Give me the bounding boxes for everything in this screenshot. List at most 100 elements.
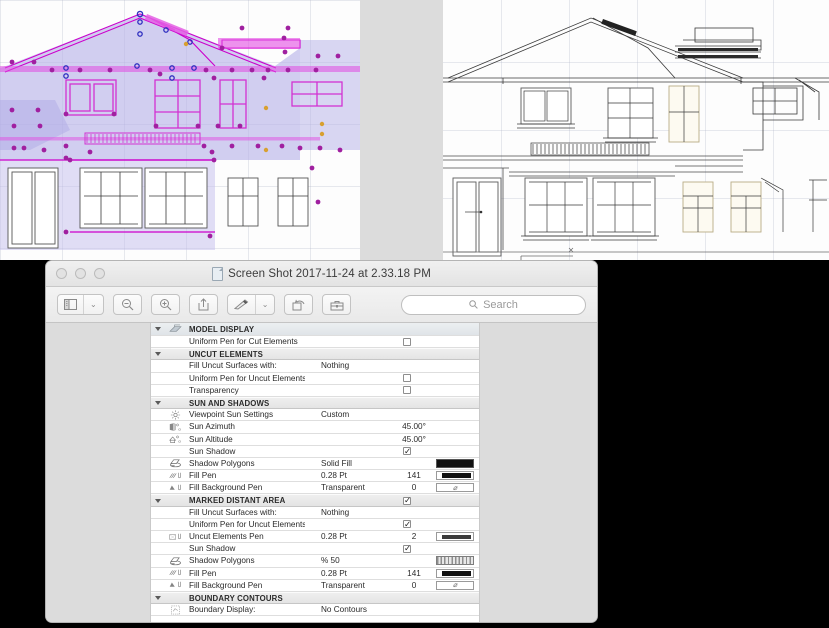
row-swatch[interactable]: ⌀ — [431, 580, 479, 590]
inspector-title-row[interactable]: MODEL DISPLAY — [151, 323, 479, 336]
preview-window[interactable]: Screen Shot 2017-11-24 at 2.33.18 PM ⌄ ⌄… — [46, 261, 597, 622]
row-value[interactable]: Solid Fill — [319, 459, 397, 468]
pen-swatch[interactable] — [436, 471, 474, 481]
checkbox-glyph[interactable] — [403, 337, 411, 346]
settings-row[interactable]: Boundary Display: No Contours — [151, 604, 479, 617]
toolbox-button[interactable] — [322, 294, 352, 315]
settings-row[interactable]: Shadow Polygons % 50 — [151, 555, 479, 568]
settings-row[interactable]: α Sun Azimuth 45.00° — [151, 421, 479, 434]
settings-row[interactable]: Uniform Pen for Uncut Elements — [151, 519, 479, 531]
markup-button[interactable]: ⌄ — [226, 294, 276, 315]
row-checkbox[interactable] — [383, 386, 431, 395]
row-number[interactable]: 0 — [397, 581, 431, 590]
settings-row[interactable]: Transparency — [151, 385, 479, 397]
row-number[interactable]: 141 — [397, 569, 431, 578]
row-value[interactable]: % 50 — [319, 556, 397, 565]
settings-row[interactable]: Uniform Pen for Uncut Elements — [151, 373, 479, 385]
settings-row-list[interactable]: MODEL DISPLAY Uniform Pen for Cut Element… — [151, 323, 479, 617]
settings-section-header[interactable]: BOUNDARY CONTOURS — [151, 591, 479, 605]
row-swatch[interactable] — [431, 471, 479, 481]
markup-pen-icon[interactable] — [228, 295, 255, 314]
settings-row[interactable]: Sun Shadow — [151, 446, 479, 458]
settings-row[interactable]: Sun Shadow — [151, 543, 479, 556]
disclosure-triangle-icon[interactable] — [151, 352, 164, 357]
transparent-swatch[interactable]: ⌀ — [436, 483, 474, 493]
model-display-inspector[interactable]: MODEL DISPLAY Uniform Pen for Cut Element… — [150, 323, 480, 622]
row-number[interactable]: 2 — [397, 532, 431, 541]
row-number[interactable]: 45.00° — [397, 422, 431, 431]
markup-chevron-down-icon[interactable]: ⌄ — [254, 295, 275, 314]
settings-row[interactable]: Shadow Polygons Solid Fill — [151, 458, 479, 471]
sidebar-view-button[interactable]: ⌄ — [57, 294, 104, 315]
settings-row[interactable]: Fill Background Pen Transparent 0 ⌀ — [151, 482, 479, 495]
share-button[interactable] — [188, 294, 218, 315]
row-swatch[interactable] — [431, 458, 479, 468]
settings-row[interactable]: α Sun Altitude 45.00° — [151, 434, 479, 446]
row-number[interactable]: 141 — [397, 471, 431, 480]
row-swatch[interactable]: ⌀ — [431, 483, 479, 493]
settings-row[interactable]: Fill Background Pen Transparent 0 ⌀ — [151, 580, 479, 592]
row-swatch[interactable] — [431, 532, 479, 542]
settings-section-header[interactable]: SUN AND SHADOWS — [151, 396, 479, 410]
settings-section-header[interactable]: UNCUT ELEMENTS — [151, 348, 479, 361]
row-number[interactable]: 0 — [397, 483, 431, 492]
window-titlebar[interactable]: Screen Shot 2017-11-24 at 2.33.18 PM — [46, 261, 597, 287]
checkbox-glyph[interactable] — [403, 543, 411, 553]
row-value[interactable]: 0.28 Pt — [319, 471, 397, 480]
row-value[interactable]: Custom — [319, 410, 397, 419]
settings-row[interactable]: Uniform Pen for Cut Elements — [151, 336, 479, 349]
search-input[interactable]: Search — [401, 294, 586, 315]
row-checkbox[interactable] — [383, 519, 431, 529]
shadow-polygon-icon — [164, 458, 186, 468]
pen-swatch[interactable] — [436, 568, 474, 578]
row-value[interactable]: Transparent — [319, 581, 397, 590]
disclosure-triangle-icon[interactable] — [151, 401, 164, 406]
settings-row[interactable]: Fill Pen 0.28 Pt 141 — [151, 470, 479, 483]
row-checkbox[interactable] — [383, 543, 431, 553]
settings-row[interactable]: Fill Uncut Surfaces with: Nothing — [151, 507, 479, 519]
settings-row[interactable]: Uncut Elements Pen 0.28 Pt 2 — [151, 531, 479, 544]
row-checkbox[interactable] — [383, 374, 431, 383]
checkbox-glyph[interactable] — [403, 374, 411, 383]
window-toolbar[interactable]: ⌄ ⌄ Search — [46, 287, 597, 323]
row-number[interactable]: 45.00° — [397, 435, 431, 444]
row-swatch[interactable] — [431, 556, 479, 566]
disclosure-triangle-icon[interactable] — [151, 498, 164, 503]
settings-row[interactable]: Viewpoint Sun Settings Custom — [151, 409, 479, 422]
disclosure-triangle-icon[interactable] — [151, 327, 164, 331]
pattern-swatch[interactable] — [436, 556, 474, 566]
sidebar-icon[interactable] — [58, 295, 83, 314]
checkbox-glyph[interactable] — [403, 495, 411, 505]
row-value[interactable]: Nothing — [319, 361, 397, 370]
elevation-drawing-linework[interactable] — [443, 0, 829, 260]
settings-section-header[interactable]: MARKED DISTANT AREA — [151, 494, 479, 507]
sidebar-chevron-down-icon[interactable]: ⌄ — [83, 295, 103, 314]
row-value[interactable]: Transparent — [319, 483, 397, 492]
close-button[interactable] — [56, 268, 67, 279]
zoom-in-button[interactable] — [150, 294, 180, 315]
settings-row[interactable]: Fill Uncut Surfaces with: Nothing — [151, 360, 479, 373]
row-checkbox[interactable] — [383, 446, 431, 456]
row-swatch[interactable] — [431, 568, 479, 578]
window-body: MODEL DISPLAY Uniform Pen for Cut Element… — [46, 323, 597, 622]
minimize-button[interactable] — [75, 268, 86, 279]
checkbox-glyph[interactable] — [403, 519, 411, 529]
row-value[interactable]: Nothing — [319, 508, 397, 517]
zoom-out-button[interactable] — [112, 294, 142, 315]
checkbox-glyph[interactable] — [403, 386, 411, 395]
zoom-button[interactable] — [94, 268, 105, 279]
row-value[interactable]: 0.28 Pt — [319, 569, 397, 578]
row-checkbox[interactable] — [383, 495, 431, 505]
disclosure-triangle-icon[interactable] — [151, 596, 164, 601]
settings-row[interactable]: Fill Pen 0.28 Pt 141 — [151, 568, 479, 580]
transparent-swatch[interactable]: ⌀ — [436, 580, 474, 590]
checkbox-glyph[interactable] — [403, 446, 411, 456]
row-value[interactable]: 0.28 Pt — [319, 532, 397, 541]
row-checkbox[interactable] — [383, 337, 431, 346]
traffic-light-group[interactable] — [56, 268, 105, 279]
color-swatch-solid[interactable] — [436, 458, 474, 468]
rotate-button[interactable] — [284, 294, 314, 315]
elevation-drawing-selected[interactable] — [0, 0, 360, 260]
row-value[interactable]: No Contours — [319, 605, 397, 614]
pen-swatch[interactable] — [436, 532, 474, 542]
